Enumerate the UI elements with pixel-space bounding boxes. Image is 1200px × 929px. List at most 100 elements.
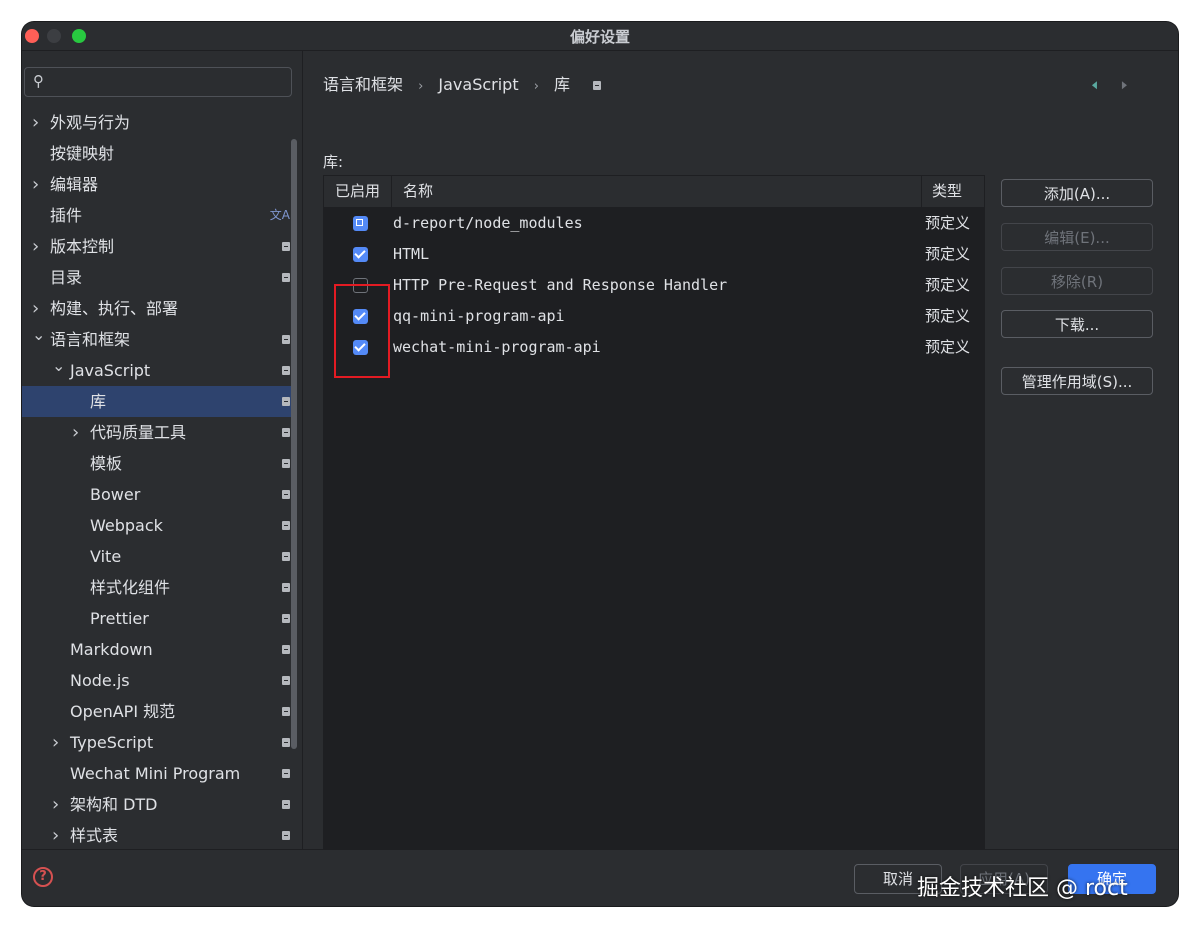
sidebar-item[interactable]: › 代码质量工具	[22, 417, 292, 448]
libraries-label: 库:	[323, 153, 344, 171]
sidebar-item[interactable]: Bower	[22, 479, 292, 510]
sidebar-item[interactable]: 目录	[22, 262, 292, 293]
project-scope-icon	[282, 397, 290, 406]
sidebar-item[interactable]: Markdown	[22, 634, 292, 665]
settings-sidebar: ⚲ › 外观与行为 按键映射 › 编辑器 插件 文A › 版本控制 目录 › 构建、执行、部署 ⌄ 语言和…	[22, 51, 303, 850]
edit-library-button[interactable]: 编辑(E)...	[1001, 223, 1153, 251]
sidebar-item[interactable]: OpenAPI 规范	[22, 696, 292, 727]
table-row[interactable]: HTTP Pre-Request and Response Handler 预定义	[324, 270, 984, 301]
project-scope-icon	[282, 459, 290, 468]
chevron-right-icon[interactable]: ›	[52, 727, 66, 758]
project-scope-icon	[282, 707, 290, 716]
project-scope-icon	[282, 552, 290, 561]
sidebar-item[interactable]: 样式化组件	[22, 572, 292, 603]
library-name: qq-mini-program-api	[393, 307, 565, 325]
download-library-button[interactable]: 下载...	[1001, 310, 1153, 338]
sidebar-item[interactable]: 库	[22, 386, 292, 417]
sidebar-item-label: Node.js	[70, 671, 130, 690]
sidebar-item-label: Vite	[90, 547, 122, 566]
settings-tree: › 外观与行为 按键映射 › 编辑器 插件 文A › 版本控制 目录 › 构建、执行、部署 ⌄ 语言和框架…	[22, 107, 292, 851]
sidebar-item[interactable]: › 版本控制	[22, 231, 292, 262]
add-library-button[interactable]: 添加(A)...	[1001, 179, 1153, 207]
table-row[interactable]: wechat-mini-program-api 预定义	[324, 332, 984, 363]
arrow-left-icon[interactable]: 🢐	[1091, 73, 1098, 103]
sidebar-item-label: 编辑器	[50, 175, 99, 194]
manage-scopes-button[interactable]: 管理作用域(S)...	[1001, 367, 1153, 395]
chevron-right-icon[interactable]: ›	[32, 107, 46, 138]
library-name: d-report/node_modules	[393, 214, 583, 232]
search-input[interactable]	[53, 71, 287, 93]
table-header: 已启用 名称 类型	[324, 176, 984, 208]
sidebar-item[interactable]: › 样式表	[22, 820, 292, 851]
library-name: HTML	[393, 245, 430, 263]
chevron-right-icon[interactable]: ›	[52, 820, 66, 851]
library-enabled-checkbox[interactable]	[353, 247, 368, 262]
arrow-right-icon[interactable]: 🢒	[1121, 73, 1128, 103]
sidebar-item[interactable]: Wechat Mini Program	[22, 758, 292, 789]
settings-content: 语言和框架 › JavaScript › 库 🢐 🢒 库: 已启用 名称 类型 …	[303, 51, 1178, 853]
sidebar-scrollbar[interactable]	[291, 139, 297, 749]
sidebar-item-label: Bower	[90, 485, 141, 504]
table-row[interactable]: qq-mini-program-api 预定义	[324, 301, 984, 332]
library-type: 预定义	[925, 276, 971, 294]
window-title: 偏好设置	[569, 28, 630, 46]
project-scope-icon	[282, 242, 290, 251]
watermark-text: 掘金技术社区 @ roct	[917, 876, 1128, 901]
preferences-window: 偏好设置 ⚲ › 外观与行为 按键映射 › 编辑器 插件 文A › 版本控制 目录 › 构建、执行、部…	[22, 22, 1178, 906]
chevron-down-icon[interactable]: ⌄	[52, 350, 66, 381]
library-enabled-checkbox[interactable]	[353, 216, 368, 231]
sidebar-item[interactable]: ⌄ JavaScript	[22, 355, 292, 386]
sidebar-item-label: 目录	[50, 268, 83, 287]
sidebar-item-label: 插件	[50, 206, 83, 225]
sidebar-item-label: 库	[90, 392, 107, 411]
sidebar-item[interactable]: Webpack	[22, 510, 292, 541]
chevron-down-icon[interactable]: ⌄	[32, 319, 46, 350]
project-scope-icon	[282, 273, 290, 282]
table-row[interactable]: HTML 预定义	[324, 239, 984, 270]
title-bar: 偏好设置	[22, 22, 1178, 51]
translate-icon[interactable]: 文A	[270, 200, 290, 231]
settings-search[interactable]: ⚲	[24, 67, 292, 97]
column-header-name[interactable]: 名称	[403, 176, 433, 207]
sidebar-item[interactable]: 按键映射	[22, 138, 292, 169]
sidebar-item-label: Prettier	[90, 609, 149, 628]
chevron-right-icon[interactable]: ›	[72, 417, 86, 448]
sidebar-item[interactable]: › 架构和 DTD	[22, 789, 292, 820]
sidebar-item-label: Webpack	[90, 516, 163, 535]
sidebar-item[interactable]: 模板	[22, 448, 292, 479]
column-header-enabled[interactable]: 已启用	[335, 176, 380, 207]
sidebar-item-label: Markdown	[70, 640, 153, 659]
breadcrumb-item-javascript[interactable]: JavaScript	[438, 75, 518, 94]
sidebar-item[interactable]: › TypeScript	[22, 727, 292, 758]
sidebar-item[interactable]: Node.js	[22, 665, 292, 696]
project-scope-icon	[593, 81, 602, 90]
remove-library-button[interactable]: 移除(R)	[1001, 267, 1153, 295]
sidebar-item[interactable]: Vite	[22, 541, 292, 572]
chevron-right-icon[interactable]: ›	[32, 231, 46, 262]
sidebar-item[interactable]: 插件 文A	[22, 200, 292, 231]
sidebar-item-label: 版本控制	[50, 237, 115, 256]
sidebar-item[interactable]: › 构建、执行、部署	[22, 293, 292, 324]
search-icon: ⚲	[33, 72, 44, 90]
project-scope-icon	[282, 831, 290, 840]
library-type: 预定义	[925, 307, 971, 325]
table-row[interactable]: d-report/node_modules 预定义	[324, 208, 984, 239]
sidebar-item-label: 构建、执行、部署	[50, 299, 179, 318]
sidebar-item-label: 架构和 DTD	[70, 795, 158, 814]
chevron-right-icon[interactable]: ›	[32, 169, 46, 200]
project-scope-icon	[282, 800, 290, 809]
project-scope-icon	[282, 645, 290, 654]
help-icon[interactable]: ?	[33, 867, 53, 887]
library-name: HTTP Pre-Request and Response Handler	[393, 276, 728, 294]
project-scope-icon	[282, 583, 290, 592]
sidebar-item[interactable]: › 外观与行为	[22, 107, 292, 138]
column-header-type[interactable]: 类型	[932, 176, 962, 207]
sidebar-item[interactable]: › 编辑器	[22, 169, 292, 200]
chevron-right-icon[interactable]: ›	[52, 789, 66, 820]
project-scope-icon	[282, 428, 290, 437]
annotation-highlight-box	[334, 284, 390, 378]
library-type: 预定义	[925, 245, 971, 263]
sidebar-item[interactable]: Prettier	[22, 603, 292, 634]
sidebar-item-label: TypeScript	[70, 733, 154, 752]
breadcrumb-item-languages[interactable]: 语言和框架	[323, 71, 403, 95]
